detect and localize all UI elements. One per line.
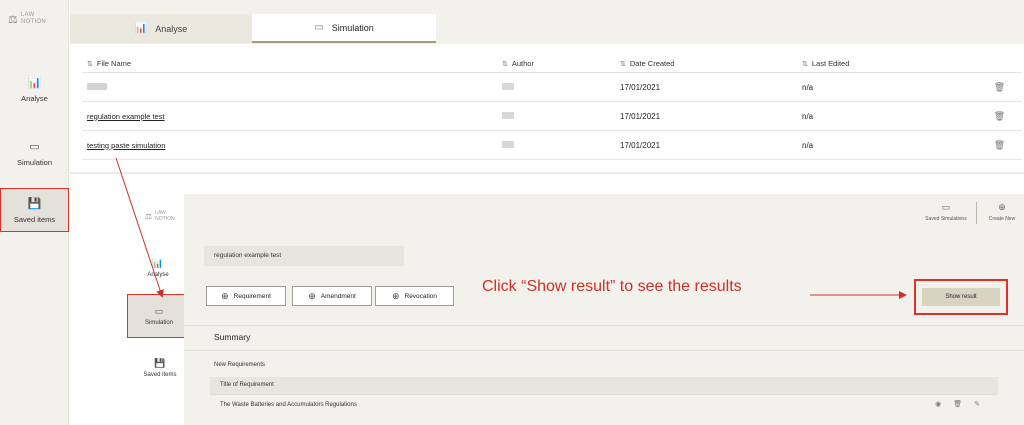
divider (70, 172, 1024, 174)
sidebar-item-label: Simulation (144, 320, 173, 326)
redacted-author (502, 140, 514, 148)
inset-simulation-screen: ⚖ LAW NOTION 📊 Analyse ▭ Simulation 💾 Sa… (120, 194, 1024, 425)
simulation-icon: ▭ (29, 141, 40, 153)
inset-toolbar: ▭ Saved Simulations ⊕ Create New (184, 194, 1024, 232)
scales-icon: ⚖ (145, 211, 153, 221)
scales-icon: ⚖ (8, 13, 18, 26)
sidebar-item-label: Saved items (143, 372, 177, 378)
column-header: Date Created (629, 59, 675, 68)
save-icon: 💾 (27, 198, 42, 210)
file-name-link[interactable]: regulation example test (87, 112, 165, 121)
simulation-editor: regulation example test ⊕ Requirement ⊕ … (184, 232, 1024, 425)
sort-icon: ⇅ (87, 61, 93, 68)
date-created: 17/01/2021 (620, 111, 661, 121)
last-edited: n/a (802, 111, 814, 121)
last-edited: n/a (802, 140, 814, 150)
simulation-icon: ▭ (154, 306, 164, 316)
tab-label: Analyse (155, 23, 188, 34)
logo: ⚖ LAW NOTION (8, 12, 46, 26)
column-header: Last Edited (811, 59, 850, 68)
plus-circle-icon: ⊕ (221, 290, 229, 301)
trash-icon[interactable]: 🗑 (953, 400, 962, 408)
sidebar-item-label: Simulation (16, 158, 53, 167)
inset-sidebar: ⚖ LAW NOTION 📊 Analyse ▭ Simulation 💾 Sa… (120, 194, 191, 425)
trash-icon[interactable]: 🗑 (977, 140, 1022, 151)
sidebar-item-saved-items[interactable]: 💾 Saved items (0, 188, 69, 232)
table-row: 17/01/2021 n/a 🗑 (82, 73, 1022, 102)
button-label: Amendment (320, 292, 356, 300)
sidebar-item-label: Analyse (147, 272, 169, 278)
tab-simulation[interactable]: ▭ Simulation (252, 14, 436, 43)
show-result-highlight: Show result (914, 279, 1008, 315)
instruction-callout: Click “Show result” to see the results (482, 278, 742, 295)
plus-circle-icon: ⊕ (998, 202, 1006, 212)
logo-line-2: NOTION (20, 19, 47, 25)
sidebar-item-label: Saved items (13, 215, 56, 224)
redacted-file-name[interactable] (87, 82, 107, 90)
show-result-button[interactable]: Show result (922, 288, 1000, 306)
inset-logo: ⚖ LAW NOTION (145, 210, 175, 222)
date-created: 17/01/2021 (620, 140, 661, 150)
button-label: Requirement (233, 292, 271, 300)
sort-icon: ⇅ (502, 61, 508, 68)
sidebar-item-label: Analyse (21, 94, 48, 103)
add-amendment-button[interactable]: ⊕ Amendment (292, 286, 372, 306)
logo-line-2: NOTION (155, 216, 175, 222)
files-table: ⇅ File Name ⇅ Author ⇅ Date Created ⇅ Last E… (82, 55, 1022, 160)
table-row: testing paste simulation 17/01/2021 n/a … (82, 131, 1022, 160)
analyse-icon: 📊 (27, 77, 42, 89)
button-label: Revocation (404, 292, 438, 300)
tab-label: Simulation (331, 22, 374, 33)
plus-circle-icon: ⊕ (308, 290, 316, 301)
redacted-author (502, 82, 514, 90)
top-tab-bar: 📊 Analyse ▭ Simulation (70, 0, 1024, 44)
sort-icon: ⇅ (620, 61, 626, 68)
sort-last-edited[interactable]: ⇅ Last Edited (802, 59, 977, 68)
simulation-name-field[interactable]: regulation example test (204, 246, 404, 266)
sort-icon: ⇅ (802, 61, 808, 68)
save-icon: 💾 (154, 358, 166, 368)
column-header: Title of Requirement (210, 377, 998, 394)
inset-sidebar-item-saved-items[interactable]: 💾 Saved items (128, 358, 192, 378)
table-row: The Waste Batteries and Accumulators Reg… (210, 394, 998, 416)
simulation-icon: ▭ (314, 22, 324, 33)
analyse-icon: 📊 (134, 23, 148, 34)
date-created: 17/01/2021 (620, 82, 661, 92)
requirement-title: The Waste Batteries and Accumulators Reg… (220, 402, 357, 408)
new-requirements-label: New Requirements (214, 362, 266, 368)
sort-file-name[interactable]: ⇅ File Name (82, 59, 502, 68)
sidebar: ⚖ LAW NOTION 📊 Analyse ▭ Simulation 💾 Sa… (0, 0, 69, 425)
table-row: regulation example test 17/01/2021 n/a 🗑 (82, 102, 1022, 131)
eye-icon[interactable]: ◉ (935, 400, 941, 408)
tab-analyse[interactable]: 📊 Analyse (70, 14, 252, 43)
plus-circle-icon: ⊕ (391, 290, 400, 301)
table-header: ⇅ File Name ⇅ Author ⇅ Date Created ⇅ Last E… (82, 55, 1022, 73)
summary-heading: Summary (184, 325, 1024, 351)
column-header: Author (511, 59, 534, 68)
sidebar-item-analyse[interactable]: 📊 Analyse (0, 76, 69, 103)
redacted-author (502, 111, 514, 119)
column-header: File Name (96, 59, 132, 68)
trash-icon[interactable]: 🗑 (977, 82, 1022, 93)
saved-simulations-label: Saved Simulations (925, 216, 967, 222)
add-requirement-button[interactable]: ⊕ Requirement (206, 286, 286, 306)
toolbar-separator (976, 202, 977, 224)
simulation-icon: ▭ (941, 202, 951, 212)
add-revocation-button[interactable]: ⊕ Revocation (375, 286, 454, 306)
sort-date-created[interactable]: ⇅ Date Created (620, 59, 802, 68)
trash-icon[interactable]: 🗑 (977, 111, 1022, 122)
saved-simulations-button[interactable]: ▭ Saved Simulations (918, 202, 974, 222)
pencil-icon[interactable]: ✎ (974, 400, 980, 408)
create-new-button[interactable]: ⊕ Create New (980, 202, 1024, 222)
inset-sidebar-item-simulation[interactable]: ▭ Simulation (127, 294, 191, 338)
requirements-table: Title of Requirement The Waste Batteries… (210, 377, 998, 416)
sidebar-item-simulation[interactable]: ▭ Simulation (0, 140, 69, 167)
logo-line-1: LAW (20, 12, 35, 18)
sort-author[interactable]: ⇅ Author (502, 59, 620, 68)
last-edited: n/a (802, 82, 814, 92)
analyse-icon: 📊 (152, 258, 164, 268)
inset-sidebar-item-analyse[interactable]: 📊 Analyse (126, 258, 190, 278)
create-new-label: Create New (988, 216, 1016, 222)
file-name-link[interactable]: testing paste simulation (87, 141, 165, 150)
